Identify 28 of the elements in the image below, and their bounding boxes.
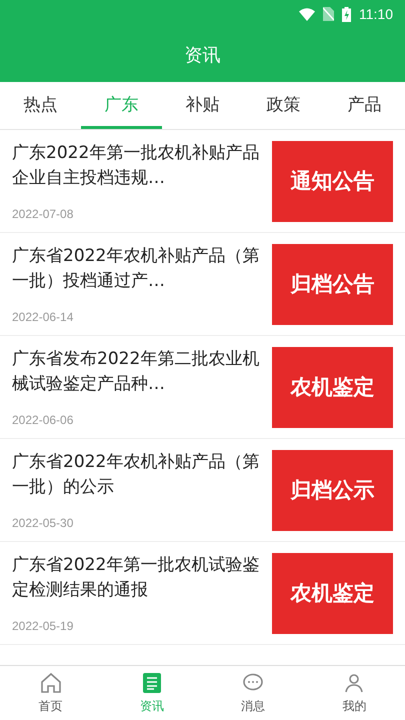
- category-tab[interactable]: 政策: [243, 82, 324, 129]
- article-title[interactable]: 广东省2022年农机补贴产品（第一批）投档通过产…: [12, 244, 260, 294]
- category-tab[interactable]: 补贴: [162, 82, 243, 129]
- category-tab[interactable]: 热点: [0, 82, 81, 129]
- home-icon: [38, 671, 63, 695]
- article-thumbnail: 归档公示: [272, 450, 393, 530]
- wifi-icon: [299, 8, 315, 20]
- article-thumbnail: 农机鉴定: [272, 552, 393, 634]
- page-title: 资讯: [184, 44, 220, 67]
- article-date: 2022-05-19: [12, 619, 74, 633]
- battery-charging-icon: [342, 6, 351, 22]
- article-thumbnail: 通知公告: [272, 140, 393, 222]
- no-sim-icon: [323, 7, 334, 21]
- article-title[interactable]: 广东省2022年农机补贴产品（第一批）的公示: [12, 450, 260, 500]
- article-title[interactable]: 广东省2022年第一批农机试验鉴定检测结果的通报: [12, 553, 260, 603]
- article-date: 2022-07-08: [12, 207, 74, 221]
- nav-item[interactable]: 消息: [202, 666, 304, 720]
- article-title[interactable]: 广东2022年第一批农机补贴产品企业自主投档违规…: [12, 141, 260, 191]
- article-title[interactable]: 广东省发布2022年第二批农业机械试验鉴定产品种…: [12, 347, 260, 397]
- nav-item[interactable]: 我的: [304, 666, 405, 720]
- article-thumbnail: 归档公告: [272, 244, 393, 324]
- nav-item[interactable]: 首页: [0, 666, 102, 720]
- article-date: 2022-05-30: [12, 516, 74, 530]
- article-date: 2022-06-14: [12, 310, 74, 324]
- article-date: 2022-06-06: [12, 413, 74, 427]
- clock-time: 11:10: [359, 6, 393, 22]
- category-tab[interactable]: 产品: [324, 82, 405, 129]
- article-thumbnail: 农机鉴定: [272, 346, 393, 428]
